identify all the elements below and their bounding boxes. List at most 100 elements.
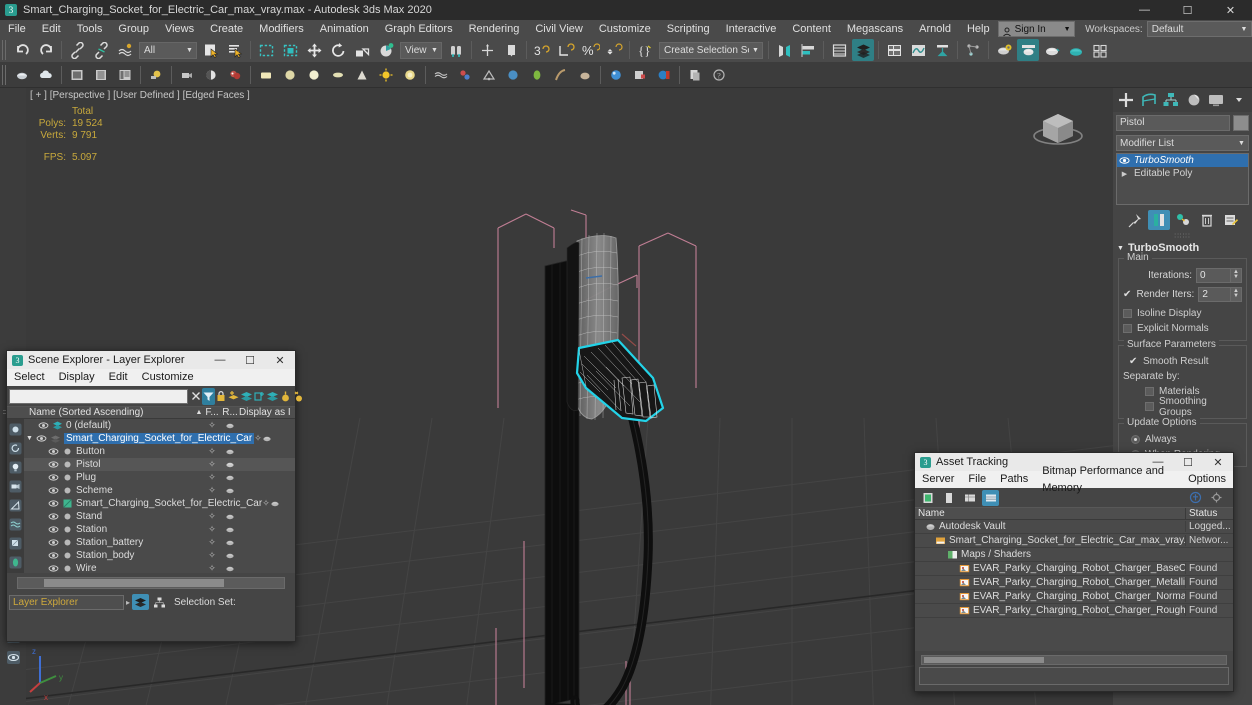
maximize-button[interactable]: ☐ — [235, 351, 265, 369]
menu-modifiers[interactable]: Modifiers — [251, 20, 312, 38]
configure-modifier-sets-icon[interactable] — [1220, 210, 1242, 230]
filter-xrefs-icon[interactable] — [8, 553, 23, 571]
modifier-list-caret-icon[interactable]: ▼ — [1235, 140, 1248, 147]
menu-rendering[interactable]: Rendering — [461, 20, 528, 38]
displacement-icon[interactable] — [430, 64, 452, 86]
list-item[interactable]: Pistol ✧ — [24, 458, 295, 471]
select-by-name-button[interactable] — [224, 39, 246, 61]
eye-icon[interactable] — [48, 446, 59, 457]
list-item[interactable]: ▼ Smart_Charging_Socket_for_Electric_Car… — [24, 432, 295, 445]
close-button[interactable]: ✕ — [1209, 0, 1252, 20]
ies-light-icon[interactable] — [399, 64, 421, 86]
sphere-primitive-icon[interactable] — [502, 64, 524, 86]
menu-civil-view[interactable]: Civil View — [527, 20, 590, 38]
find-filter-icon[interactable] — [202, 387, 215, 405]
sign-in-caret-icon[interactable]: ▼ — [1060, 26, 1074, 33]
always-row[interactable]: Always — [1123, 432, 1242, 447]
vault-login-icon[interactable] — [1187, 490, 1204, 506]
eye-icon[interactable] — [48, 459, 59, 470]
se-menu-select[interactable]: Select — [7, 369, 52, 386]
menu-create[interactable]: Create — [202, 20, 251, 38]
cloud-icon[interactable] — [35, 64, 57, 86]
table-row[interactable]: EVAR_Parky_Charging_Robot_Charger_Normal… — [915, 590, 1233, 604]
isoline-display-row[interactable]: Isoline Display — [1123, 306, 1242, 321]
scrollbar-thumb[interactable] — [924, 657, 1044, 663]
light-lister-icon[interactable] — [145, 64, 167, 86]
table-row-empty[interactable] — [915, 618, 1233, 632]
filter-cameras-icon[interactable] — [8, 477, 23, 495]
close-button[interactable]: ✕ — [265, 351, 295, 369]
dome-light-icon[interactable] — [303, 64, 325, 86]
redo-button[interactable] — [35, 39, 57, 61]
select-and-scale-button[interactable] — [351, 39, 373, 61]
clay-icon[interactable] — [574, 64, 596, 86]
filter-helpers-icon[interactable] — [8, 496, 23, 514]
tab-create[interactable] — [1115, 89, 1138, 111]
contrast-icon[interactable] — [200, 64, 222, 86]
snaps-toggle-button[interactable]: 3 — [531, 39, 553, 61]
column-frozen[interactable]: F... — [203, 407, 221, 418]
table-row[interactable]: Autodesk Vault Logged... — [915, 520, 1233, 534]
toolbar-grip[interactable] — [2, 64, 8, 85]
selection-filter-caret-icon[interactable]: ▼ — [183, 47, 196, 54]
list-item[interactable]: Wire ✧ — [24, 562, 295, 573]
eye-icon[interactable] — [48, 524, 59, 535]
tab-utilities[interactable] — [1228, 89, 1251, 111]
render-cell[interactable] — [270, 499, 281, 509]
table-row[interactable]: Maps / Shaders — [915, 548, 1233, 562]
hair-icon[interactable] — [550, 64, 572, 86]
menu-megascans[interactable]: Megascans — [839, 20, 911, 38]
decal-icon[interactable] — [526, 64, 548, 86]
rendered-frame-window-button[interactable] — [1041, 39, 1063, 61]
freeze-cell[interactable]: ✧ — [203, 563, 221, 573]
list-item[interactable]: Stand ✧ — [24, 510, 295, 523]
eye-icon[interactable] — [48, 511, 59, 522]
cone-light-icon[interactable] — [351, 64, 373, 86]
object-color-swatch[interactable] — [1233, 115, 1249, 131]
bind-to-space-warp-button[interactable] — [114, 39, 136, 61]
tab-display[interactable] — [1205, 89, 1228, 111]
scene-explorer-list[interactable]: 0 (default) ✧ ▼ Smart_Charging_Socket_fo… — [7, 419, 295, 573]
help-icon[interactable]: ? — [708, 64, 730, 86]
render-cell[interactable] — [221, 460, 239, 470]
menu-content[interactable]: Content — [784, 20, 839, 38]
freeze-cell[interactable]: ✧ — [203, 537, 221, 548]
sun-icon[interactable] — [375, 64, 397, 86]
render-cell[interactable] — [221, 486, 239, 496]
render-iters-spinner-arrows[interactable]: ▲ ▼ — [1230, 287, 1241, 301]
list-item[interactable]: Station_battery ✧ — [24, 536, 295, 549]
workspace-caret-icon[interactable]: ▼ — [1237, 26, 1251, 33]
smoothing-groups-checkbox[interactable] — [1145, 402, 1154, 411]
detail-view-icon[interactable] — [982, 489, 999, 506]
eye-icon[interactable] — [48, 537, 59, 548]
render-cell[interactable] — [221, 538, 239, 548]
tab-modify[interactable] — [1138, 89, 1161, 111]
gamma-setup-icon[interactable] — [224, 64, 246, 86]
iterations-spinner-arrows[interactable]: ▲ ▼ — [1230, 268, 1241, 282]
pin-stack-icon[interactable] — [1124, 210, 1146, 230]
new-layer-icon[interactable] — [253, 388, 266, 405]
freeze-cell[interactable]: ✧ — [203, 459, 221, 470]
filter-spacewarps-icon[interactable] — [8, 515, 23, 533]
remove-modifier-icon[interactable] — [1196, 210, 1218, 230]
align-button[interactable] — [797, 39, 819, 61]
column-name[interactable]: Name — [915, 508, 1185, 519]
close-button[interactable]: ✕ — [1203, 453, 1233, 471]
visibility-eye-icon[interactable] — [2, 647, 24, 667]
asset-tracking-list[interactable]: Autodesk Vault Logged... Smart_Charging_… — [915, 520, 1233, 651]
menu-graph-editors[interactable]: Graph Editors — [377, 20, 461, 38]
at-menu-file[interactable]: File — [961, 471, 993, 488]
eye-icon[interactable] — [38, 420, 49, 431]
menu-arnold[interactable]: Arnold — [911, 20, 959, 38]
list-item[interactable]: Station ✧ — [24, 523, 295, 536]
iterations-spinner[interactable]: 0 ▲ ▼ — [1196, 267, 1242, 283]
bitmap-lock-icon[interactable] — [629, 64, 651, 86]
particle-view-button[interactable] — [962, 39, 984, 61]
lock-icon[interactable] — [215, 388, 227, 405]
list-view-icon[interactable] — [940, 490, 957, 506]
eye-icon[interactable] — [1119, 155, 1130, 166]
list-item[interactable]: Smart_Charging_Socket_for_Electric_Car ✧ — [24, 497, 295, 510]
snap-to-grid-button[interactable] — [500, 39, 522, 61]
smoothing-groups-row[interactable]: Smoothing Groups — [1123, 396, 1242, 418]
explicit-normals-checkbox[interactable] — [1123, 324, 1132, 333]
